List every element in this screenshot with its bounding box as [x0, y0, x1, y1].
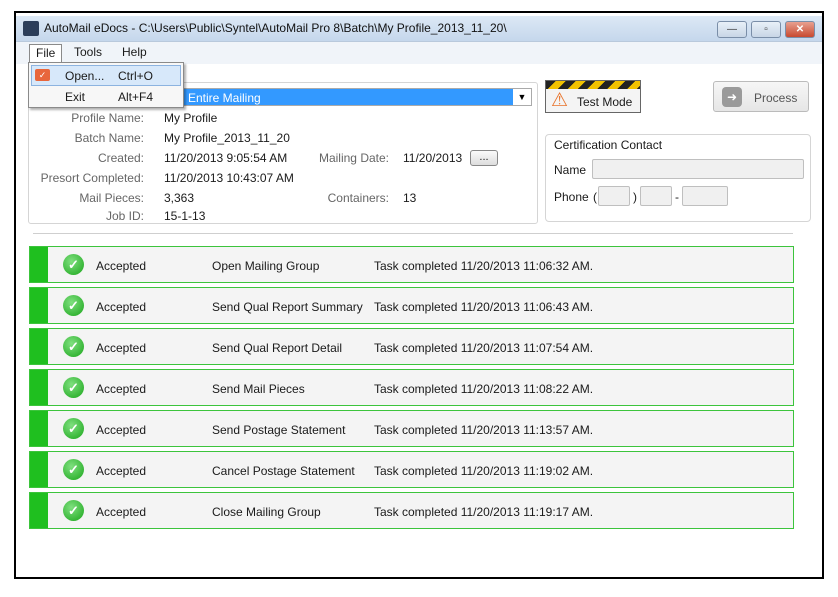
- batch-name-value: My Profile_2013_11_20: [164, 131, 290, 145]
- created-label: Created:: [97, 151, 144, 165]
- scope-select-value: Entire Mailing: [188, 91, 261, 105]
- window-title: AutoMail eDocs - C:\Users\Public\Syntel\…: [44, 21, 507, 35]
- menu-tools[interactable]: Tools: [68, 44, 108, 63]
- menu-item-exit[interactable]: Exit Alt+F4: [31, 87, 181, 108]
- phone-open-paren: (: [593, 190, 597, 204]
- presort-completed-value: 11/20/2013 10:43:07 AM: [164, 171, 294, 185]
- phone-label: Phone: [554, 190, 589, 204]
- containers-label: Containers:: [327, 191, 389, 205]
- status-stripe: [30, 493, 48, 528]
- status-stripe: [30, 411, 48, 446]
- task-name: Open Mailing Group: [212, 259, 320, 273]
- process-label: Process: [754, 91, 798, 105]
- menu-help[interactable]: Help: [116, 44, 153, 63]
- name-input[interactable]: [592, 159, 804, 179]
- name-label: Name: [554, 163, 587, 177]
- task-row[interactable]: ✓ Accepted Open Mailing Group Task compl…: [29, 246, 794, 283]
- task-status: Accepted: [96, 464, 147, 478]
- presort-completed-label: Presort Completed:: [40, 171, 144, 185]
- batch-name-label: Batch Name:: [74, 131, 144, 145]
- containers-value: 13: [403, 191, 417, 205]
- phone-area-code-input[interactable]: [598, 186, 630, 206]
- divider: [33, 233, 793, 234]
- task-name: Cancel Postage Statement: [212, 464, 355, 478]
- task-row[interactable]: ✓ Accepted Cancel Postage Statement Task…: [29, 451, 794, 488]
- task-name: Close Mailing Group: [212, 505, 321, 519]
- task-status: Accepted: [96, 259, 147, 273]
- task-message: Task completed 11/20/2013 11:06:32 AM.: [374, 259, 594, 273]
- close-button[interactable]: ✕: [785, 21, 815, 38]
- open-envelope-icon: ✓: [35, 69, 50, 81]
- profile-name-value: My Profile: [164, 111, 218, 125]
- hazard-stripes: [546, 81, 640, 89]
- file-menu-dropdown: ✓ Open... Ctrl+O Exit Alt+F4: [28, 62, 184, 108]
- menu-item-open[interactable]: ✓ Open... Ctrl+O: [31, 65, 181, 86]
- maximize-button[interactable]: ▫: [751, 21, 781, 38]
- task-message: Task completed 11/20/2013 11:19:17 AM.: [374, 505, 594, 519]
- mailing-date-picker-button[interactable]: ...: [470, 150, 498, 166]
- check-circle-icon: ✓: [63, 377, 84, 398]
- task-status: Accepted: [96, 505, 147, 519]
- menu-file[interactable]: File: [29, 44, 63, 63]
- task-name: Send Postage Statement: [212, 423, 346, 437]
- status-stripe: [30, 370, 48, 405]
- mailing-date-label: Mailing Date:: [318, 151, 389, 165]
- check-circle-icon: ✓: [63, 336, 84, 357]
- check-circle-icon: ✓: [63, 500, 84, 521]
- task-row[interactable]: ✓ Accepted Send Qual Report Summary Task…: [29, 287, 794, 324]
- phone-close-paren: ): [633, 190, 637, 204]
- process-button[interactable]: ➜ Process: [713, 81, 809, 112]
- warning-icon: ⚠: [551, 90, 569, 111]
- check-circle-icon: ✓: [63, 295, 84, 316]
- phone-prefix-input[interactable]: [640, 186, 672, 206]
- task-name: Send Qual Report Detail: [212, 341, 343, 355]
- mailing-date-value: 11/20/2013: [403, 151, 463, 165]
- task-status: Accepted: [96, 300, 147, 314]
- task-row[interactable]: ✓ Accepted Send Mail Pieces Task complet…: [29, 369, 794, 406]
- mail-pieces-label: Mail Pieces:: [79, 191, 144, 205]
- task-row[interactable]: ✓ Accepted Send Postage Statement Task c…: [29, 410, 794, 447]
- task-name: Send Qual Report Summary: [212, 300, 363, 314]
- mail-pieces-value: 3,363: [164, 191, 195, 205]
- menu-item-label: Open...: [65, 69, 105, 83]
- task-row[interactable]: ✓ Accepted Close Mailing Group Task comp…: [29, 492, 794, 529]
- test-mode-label: Test Mode: [577, 95, 633, 109]
- menu-item-shortcut: Alt+F4: [118, 90, 154, 104]
- app-icon: [23, 21, 39, 36]
- task-status: Accepted: [96, 423, 147, 437]
- task-name: Send Mail Pieces: [212, 382, 305, 396]
- phone-dash: -: [675, 190, 679, 204]
- test-mode-indicator[interactable]: ⚠ Test Mode: [545, 80, 641, 113]
- status-stripe: [30, 452, 48, 487]
- task-message: Task completed 11/20/2013 11:19:02 AM.: [374, 464, 594, 478]
- chevron-down-icon[interactable]: ▼: [513, 89, 531, 105]
- task-message: Task completed 11/20/2013 11:07:54 AM.: [374, 341, 594, 355]
- phone-line-input[interactable]: [682, 186, 728, 206]
- task-message: Task completed 11/20/2013 11:08:22 AM.: [374, 382, 594, 396]
- check-circle-icon: ✓: [63, 459, 84, 480]
- task-message: Task completed 11/20/2013 11:13:57 AM.: [374, 423, 594, 437]
- task-status: Accepted: [96, 341, 147, 355]
- status-stripe: [30, 288, 48, 323]
- task-status: Accepted: [96, 382, 147, 396]
- check-circle-icon: ✓: [63, 418, 84, 439]
- task-row[interactable]: ✓ Accepted Send Qual Report Detail Task …: [29, 328, 794, 365]
- task-message: Task completed 11/20/2013 11:06:43 AM.: [374, 300, 594, 314]
- profile-name-label: Profile Name:: [71, 111, 144, 125]
- arrow-right-icon: ➜: [722, 87, 742, 107]
- minimize-button[interactable]: —: [717, 21, 747, 38]
- status-stripe: [30, 247, 48, 282]
- check-circle-icon: ✓: [63, 254, 84, 275]
- status-stripe: [30, 329, 48, 364]
- certification-contact-title: Certification Contact: [552, 138, 665, 152]
- menu-item-label: Exit: [65, 90, 86, 104]
- job-id-label: Job ID:: [105, 209, 144, 223]
- job-id-value: 15-1-13: [164, 209, 206, 223]
- scope-select[interactable]: Entire Mailing ▼: [180, 88, 532, 106]
- menu-item-shortcut: Ctrl+O: [118, 69, 154, 83]
